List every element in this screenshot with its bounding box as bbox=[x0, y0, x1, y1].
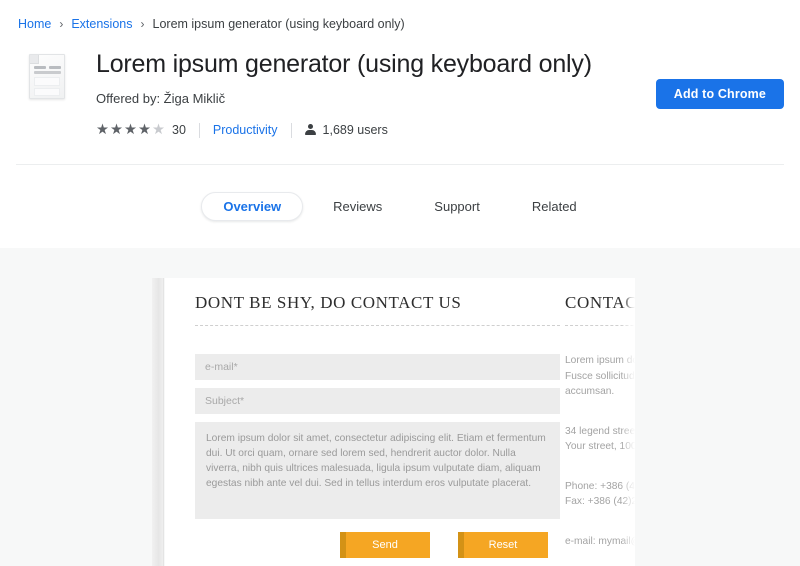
rating-count: 30 bbox=[172, 123, 186, 137]
breadcrumb: Home › Extensions › Lorem ipsum generato… bbox=[0, 0, 800, 34]
tab-related[interactable]: Related bbox=[510, 192, 599, 221]
page-title: Lorem ipsum generator (using keyboard on… bbox=[96, 50, 592, 78]
subject-field[interactable]: Subject* bbox=[195, 388, 560, 414]
breadcrumb-extensions-link[interactable]: Extensions bbox=[71, 16, 132, 32]
fax-text: Fax: +386 (42)231 457 bbox=[565, 496, 635, 507]
icon-bar bbox=[34, 71, 61, 74]
breadcrumb-current: Lorem ipsum generator (using keyboard on… bbox=[152, 16, 405, 31]
preview-screenshot-content: DONT BE SHY, DO CONTACT US e-mail* Subje… bbox=[165, 278, 635, 566]
icon-panel bbox=[34, 88, 60, 96]
user-icon bbox=[304, 124, 316, 136]
extension-icon-wrapper bbox=[18, 48, 76, 99]
icon-bar bbox=[49, 66, 61, 69]
icon-panel bbox=[34, 77, 60, 86]
tab-overview[interactable]: Overview bbox=[201, 192, 304, 221]
rating-stars[interactable]: ★ ★ ★ ★ ★ bbox=[96, 123, 165, 138]
address-line-2: Your street, 1000 bbox=[565, 441, 635, 452]
icon-bar bbox=[34, 66, 46, 69]
contact-form-heading: DONT BE SHY, DO CONTACT US bbox=[195, 293, 462, 312]
address-line-1: 34 legend street bbox=[565, 425, 635, 437]
extension-meta-row: ★ ★ ★ ★ ★ 30 Productivity 1,689 users bbox=[96, 121, 784, 139]
chevron-right-icon: › bbox=[59, 16, 64, 31]
meta-divider bbox=[198, 122, 200, 138]
contact-info-column: CONTACT Lorem ipsum dolor sit amet, cons… bbox=[565, 278, 635, 549]
star-icon: ★ bbox=[138, 121, 151, 138]
message-textarea[interactable]: Lorem ipsum dolor sit amet, consectetur … bbox=[195, 422, 560, 519]
contact-intro-text: Lorem ipsum dolor sit amet, consectetur … bbox=[565, 355, 635, 397]
email-text: e-mail: mymail@mymail.com bbox=[565, 535, 635, 547]
tab-bar: Overview Reviews Support Related bbox=[0, 165, 800, 248]
document-page-icon bbox=[29, 54, 65, 99]
category-link[interactable]: Productivity bbox=[213, 123, 278, 137]
add-to-chrome-button[interactable]: Add to Chrome bbox=[655, 79, 784, 109]
dashed-rule bbox=[565, 325, 635, 326]
star-icon: ★ bbox=[110, 121, 123, 138]
screenshot-preview-stage: DONT BE SHY, DO CONTACT US e-mail* Subje… bbox=[0, 248, 800, 566]
star-icon: ★ bbox=[96, 121, 109, 138]
tab-support[interactable]: Support bbox=[412, 192, 502, 221]
reset-button[interactable]: Reset bbox=[458, 532, 548, 558]
users-count: 1,689 users bbox=[322, 123, 388, 137]
breadcrumb-home-link[interactable]: Home bbox=[18, 16, 51, 32]
dashed-rule bbox=[195, 325, 560, 326]
star-icon-empty: ★ bbox=[152, 121, 165, 138]
preview-left-strip bbox=[152, 278, 164, 566]
email-field[interactable]: e-mail* bbox=[195, 354, 560, 380]
preview-screenshot[interactable]: DONT BE SHY, DO CONTACT US e-mail* Subje… bbox=[165, 278, 635, 566]
page-fold-corner bbox=[30, 55, 39, 64]
form-button-row: Send Reset bbox=[195, 532, 560, 558]
tab-reviews[interactable]: Reviews bbox=[311, 192, 404, 221]
extension-header: Lorem ipsum generator (using keyboard on… bbox=[0, 34, 800, 164]
chevron-right-icon: › bbox=[140, 16, 145, 31]
star-icon: ★ bbox=[124, 121, 137, 138]
contact-form-column: DONT BE SHY, DO CONTACT US e-mail* Subje… bbox=[195, 278, 560, 558]
send-button[interactable]: Send bbox=[340, 532, 430, 558]
contact-info-heading: CONTACT bbox=[565, 293, 635, 312]
phone-text: Phone: +386 (42)231 456 bbox=[565, 480, 635, 492]
meta-divider bbox=[290, 122, 292, 138]
